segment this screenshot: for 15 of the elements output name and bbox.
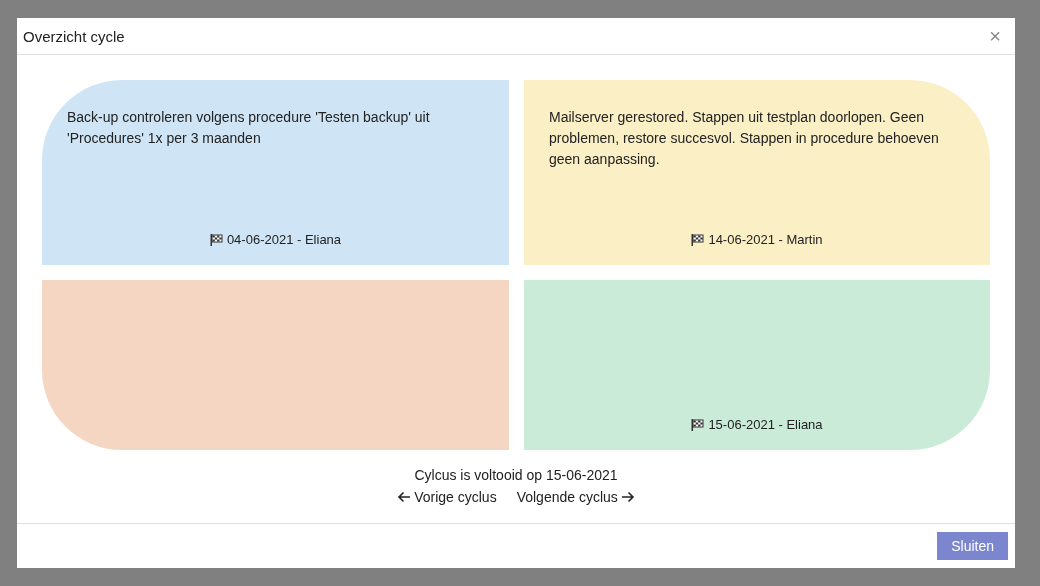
- status-text: Cylcus is voltooid op 15-06-2021: [414, 467, 618, 483]
- arrow-right-icon: [620, 491, 635, 503]
- next-link[interactable]: Volgende cyclus: [516, 489, 635, 505]
- completion-info: 14-06-2021 - Martin: [708, 231, 823, 249]
- close-button[interactable]: ×: [985, 24, 1005, 48]
- flag-icon: [691, 418, 705, 431]
- arrow-left-icon: [397, 491, 412, 503]
- completion-info: 15-06-2021 - Eliana: [708, 416, 823, 434]
- flag-icon: [691, 233, 705, 246]
- previous-link[interactable]: Vorige cyclus: [397, 489, 497, 505]
- note-text: Back-up controleren volgens procedure 'Testen backup' uit 'Procedures' 1x per 3 maanden: [67, 108, 431, 148]
- completion-info: 04-06-2021 - Eliana: [226, 231, 342, 249]
- note-text: Mailserver gerestored. Stappen uit testplan doorlopen. Geen problemen, restore succesvol. Stappen in procedure behoeven geen aanpassing.: [549, 108, 940, 169]
- flag-icon: [209, 233, 223, 246]
- dialog-title: Overzicht cycle: [23, 27, 125, 45]
